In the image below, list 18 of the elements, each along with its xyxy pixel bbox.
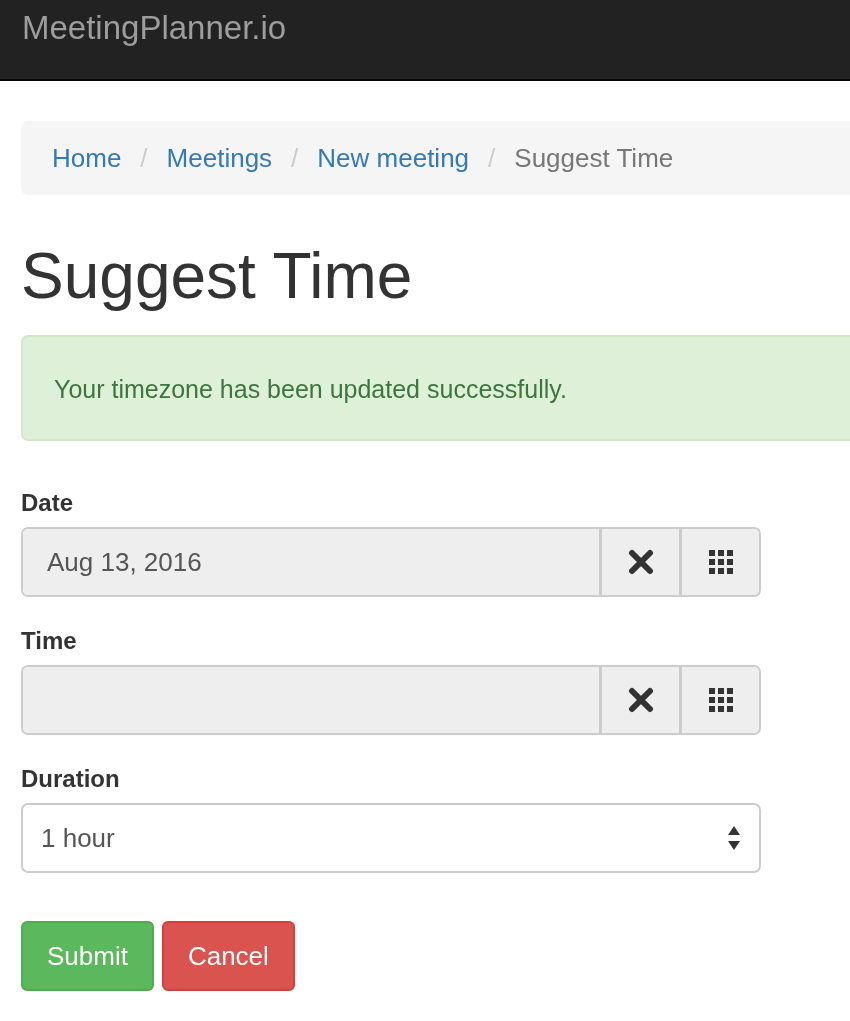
brand-link[interactable]: MeetingPlanner.io [22, 9, 287, 46]
page-title: Suggest Time [21, 241, 414, 312]
breadcrumb-link[interactable]: New meeting [317, 138, 470, 178]
dropdown-arrows-icon [727, 825, 741, 852]
submit-button[interactable]: Submit [21, 921, 154, 992]
field-label: Duration [21, 764, 121, 795]
field-label: Time [21, 626, 78, 657]
breadcrumb-link[interactable]: Meetings [166, 138, 273, 178]
breadcrumb-link[interactable]: Home [52, 138, 122, 178]
breadcrumb-separator: / [290, 141, 300, 175]
breadcrumb-current: Suggest Time [514, 141, 674, 175]
cancel-button[interactable]: Cancel [161, 921, 295, 992]
success-alert: Your timezone has been updated successfully. [21, 335, 850, 442]
field-label: Date [21, 488, 75, 519]
select-field[interactable]: 1 hour [21, 803, 761, 874]
select-value: 1 hour [41, 821, 115, 855]
breadcrumb-separator: / [139, 141, 149, 175]
breadcrumb-separator: / [487, 141, 497, 175]
